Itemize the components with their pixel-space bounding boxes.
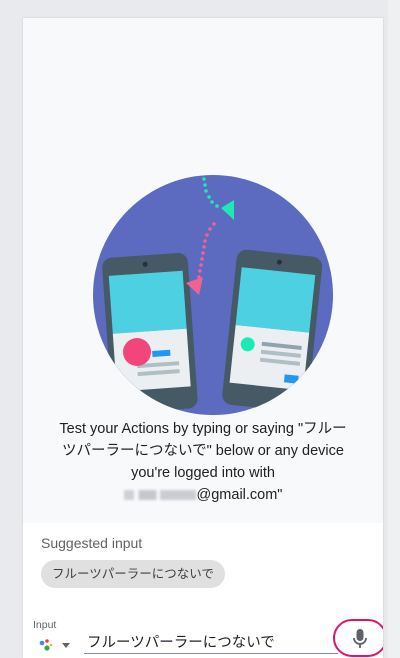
welcome-line-2: ツパーラーにつないで" below or any device (62, 443, 344, 459)
suggested-input-label: Suggested input (41, 535, 143, 551)
redacted-email-local-part (123, 490, 196, 501)
input-panel: Suggested input フルーツパーラーにつないで Input (23, 523, 383, 658)
query-input[interactable] (84, 629, 338, 654)
assistant-dots-icon (39, 639, 70, 651)
simulator-panel: Test your Actions by typing or saying "フ… (23, 18, 383, 658)
microphone-icon (353, 629, 367, 648)
suggestion-chip[interactable]: フルーツパーラーにつないで (41, 560, 225, 588)
window-edge (388, 0, 400, 658)
welcome-message: Test your Actions by typing or saying "フ… (23, 418, 383, 506)
welcome-line-3: you're logged into with (131, 465, 275, 481)
input-mode-selector[interactable] (36, 635, 76, 655)
input-label: Input (33, 619, 57, 631)
chevron-down-icon (62, 643, 70, 648)
test-actions-illustration-icon (93, 175, 333, 415)
account-email: @gmail.com" (23, 484, 383, 506)
welcome-line-1: Test your Actions by typing or saying "フ… (59, 421, 347, 437)
microphone-button[interactable] (333, 619, 383, 657)
email-suffix: @gmail.com" (196, 487, 283, 503)
